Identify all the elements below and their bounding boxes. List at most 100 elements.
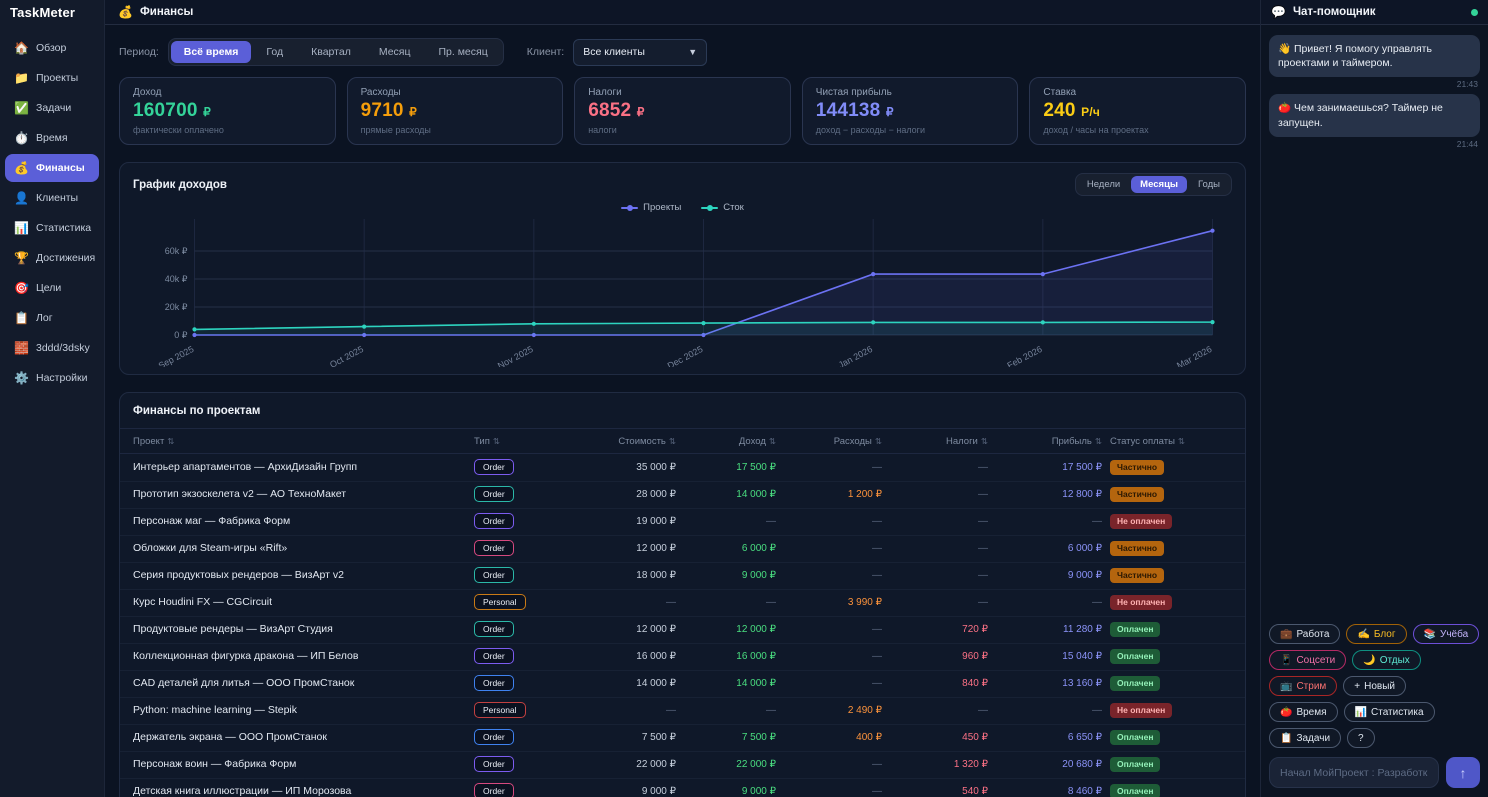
sidebar-item-проекты[interactable]: 📁 Проекты [5,64,99,92]
sidebar-item-клиенты[interactable]: 👤 Клиенты [5,184,99,212]
status-badge: Оплачен [1110,729,1161,745]
profit-cell: 15 040 ₽ [1062,650,1102,662]
chart-mode-месяцы[interactable]: Месяцы [1131,176,1188,193]
quick-action-соцсети[interactable]: 📱 Соцсети [1269,650,1347,670]
client-select[interactable]: Все клиенты ▼ [573,38,708,66]
project-name: Продуктовые рендеры — ВизАрт Студия [133,623,333,635]
table-row[interactable]: Персонаж воин — Фабрика Форм Order 22 000 … [120,751,1245,778]
status-cell: Не оплачен [1110,513,1232,529]
chart-mode-годы[interactable]: Годы [1189,176,1229,193]
table-row[interactable]: Серия продуктовых рендеров — ВизАрт v2 Or… [120,562,1245,589]
taxes-cell: 1 320 ₽ [953,758,988,770]
quick-action-блог[interactable]: ✍️ Блог [1346,624,1407,644]
stat-value: 160700 ₽ [133,100,211,121]
type-cell: Order [474,783,556,797]
table-row[interactable]: Обложки для Steam-игры «Rift» Order 12 000… [120,535,1245,562]
taxes-cell: — [978,461,988,473]
table-row[interactable]: Python: machine learning — Stepik Persona… [120,697,1245,724]
table-row[interactable]: Детская книга иллюстрации — ИП Морозова O… [120,778,1245,797]
table-row[interactable]: Держатель экрана — ООО ПромСтанок Order 7 … [120,724,1245,751]
quick-action-стрим[interactable]: 📺 Стрим [1269,676,1338,696]
quick-action-работа[interactable]: 💼 Работа [1269,624,1341,644]
table-row[interactable]: Персонаж маг — Фабрика Форм Order 19 000 ₽… [120,508,1245,535]
status-cell: Оплачен [1110,729,1232,745]
quick-action-[interactable]: ? [1347,728,1375,748]
stat-note: прямые расходы [360,125,431,135]
table-row[interactable]: CAD деталей для литья — ООО ПромСтанок Or… [120,670,1245,697]
sidebar-item-обзор[interactable]: 🏠 Обзор [5,34,99,62]
column-header-проект[interactable]: Проект ⇅ [133,436,466,447]
column-header-статус-оплаты[interactable]: Статус оплаты ⇅ [1110,436,1232,447]
chat-input[interactable] [1269,757,1439,788]
quick-action-учёба[interactable]: 📚 Учёба [1412,624,1480,644]
table-row[interactable]: Коллекционная фигурка дракона — ИП Белов… [120,643,1245,670]
quick-action-время[interactable]: 🍅 Время [1269,702,1338,722]
status-badge: Оплачен [1110,648,1161,664]
quick-action-задачи[interactable]: 📋 Задачи [1269,728,1342,748]
время-icon: 🍅 [1280,706,1293,718]
income-cell: — [766,596,776,608]
expenses-cell: — [872,542,882,554]
cost-cell: 12 000 ₽ [636,542,676,554]
sidebar: TaskMeter 🏠 Обзор 📁 Проекты ✅ Задачи ⏱️ Время 💰 Ф… [0,0,105,797]
quick-action-отдых[interactable]: 🌙 Отдых [1352,650,1421,670]
sidebar-item-время[interactable]: ⏱️ Время [5,124,99,152]
sidebar-item-задачи[interactable]: ✅ Задачи [5,94,99,122]
column-header-расходы[interactable]: Расходы ⇅ [784,436,882,447]
period-год[interactable]: Год [253,41,296,63]
table-row[interactable]: Продуктовые рендеры — ВизАрт Студия Order… [120,616,1245,643]
svg-text:Nov 2025: Nov 2025 [496,344,535,367]
project-name: Интерьер апартаментов — АрхиДизайн Групп [133,461,358,473]
quick-action-статистика[interactable]: 📊 Статистика [1343,702,1435,722]
sidebar-item-цели[interactable]: 🎯 Цели [5,274,99,302]
quick-action-новый[interactable]: + Новый [1343,676,1406,696]
sort-icon: ⇅ [1094,435,1102,446]
quick-action-label: Новый [1364,680,1395,692]
app-logo: TaskMeter [10,5,76,20]
quick-action-label: Задачи [1296,732,1331,744]
type-badge: Personal [474,594,526,610]
period-пр--месяц[interactable]: Пр. месяц [425,41,500,63]
main-area: 💰 Финансы Период: Всё время Год Квартал Мес… [105,0,1260,797]
sidebar-item-статистика[interactable]: 📊 Статистика [5,214,99,242]
table-row[interactable]: Прототип экзоскелета v2 — АО ТехноМакет O… [120,481,1245,508]
chart-mode-tabs: Недели Месяцы Годы [1074,173,1232,196]
table-row[interactable]: Интерьер апартаментов — АрхиДизайн Групп… [120,454,1245,481]
project-name: Коллекционная фигурка дракона — ИП Белов [133,650,359,662]
expenses-cell: — [872,677,882,689]
chart-panel: График доходов Недели Месяцы Годы Проекты С… [119,162,1246,375]
column-header-стоимость[interactable]: Стоимость ⇅ [564,436,676,447]
taxes-cell: — [978,542,988,554]
sidebar-item-достижения[interactable]: 🏆 Достижения [5,244,99,272]
status-badge: Не оплачен [1110,702,1173,718]
sidebar-item-финансы[interactable]: 💰 Финансы [5,154,99,182]
status-badge: Оплачен [1110,756,1161,772]
project-name: Держатель экрана — ООО ПромСтанок [133,731,327,743]
column-header-доход[interactable]: Доход ⇅ [684,436,776,447]
quick-action-label: Блог [1373,628,1396,640]
expenses-cell: — [872,623,882,635]
задачи-icon: ✅ [14,101,29,115]
status-cell: Частично [1110,540,1232,556]
sidebar-item-лог[interactable]: 📋 Лог [5,304,99,332]
quick-action-label: Работа [1296,628,1330,640]
column-label: Доход [738,435,766,447]
chat-footer: 💼 Работа ✍️ Блог 📚 Учёба 📱 Соцсети 🌙 Отдых 📺 Стрим +… [1261,616,1488,797]
period-квартал[interactable]: Квартал [298,41,364,63]
sidebar-item-настройки[interactable]: ⚙️ Настройки [5,364,99,392]
column-header-тип[interactable]: Тип ⇅ [474,436,556,447]
chart-mode-недели[interactable]: Недели [1078,176,1129,193]
period-всё-время[interactable]: Всё время [170,41,252,63]
column-header-прибыль[interactable]: Прибыль ⇅ [996,436,1102,447]
send-button[interactable]: ↑ [1446,757,1480,788]
period-месяц[interactable]: Месяц [366,41,424,63]
expenses-cell: — [872,758,882,770]
sidebar-item-3ddd/3dsky[interactable]: 🧱 3ddd/3dsky [5,334,99,362]
status-cell: Частично [1110,567,1232,583]
table-row[interactable]: Курс Houdini FX — CGCircuit Personal — — 3 9… [120,589,1245,616]
column-header-налоги[interactable]: Налоги ⇅ [890,436,988,447]
type-badge: Order [474,513,514,529]
sidebar-item-label: Задачи [36,102,72,114]
chat-messages: 👋 Привет! Я помогу управлять проектами и… [1261,25,1488,616]
cost-cell: — [666,596,676,608]
